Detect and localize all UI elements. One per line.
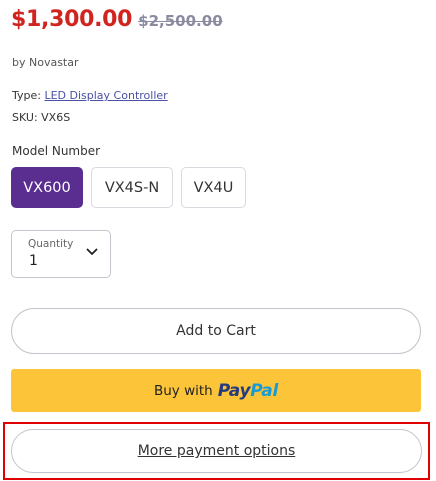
vendor-name: by Novastar [12, 56, 79, 69]
chevron-down-icon [86, 248, 98, 255]
product-type: Type: LED Display Controller [12, 89, 168, 102]
paypal-logo: PayPal [217, 380, 279, 401]
paypal-button[interactable]: Buy with PayPal [11, 369, 421, 412]
product-type-link[interactable]: LED Display Controller [44, 89, 167, 102]
quantity-value: 1 [29, 253, 38, 269]
variant-vx600[interactable]: VX600 [11, 167, 83, 208]
product-sku: SKU: VX6S [12, 111, 71, 124]
sale-price: $1,300.00 [11, 7, 133, 32]
quantity-select[interactable]: Quantity 1 [11, 230, 111, 278]
paypal-logo-pay: Pay [217, 380, 251, 401]
model-variant-picker: VX600 VX4S-N VX4U [11, 167, 254, 208]
paypal-logo-pal: Pal [250, 380, 279, 401]
quantity-label: Quantity [28, 238, 74, 250]
product-type-label: Type: [12, 89, 45, 102]
model-number-label: Model Number [12, 144, 101, 158]
variant-vx4u[interactable]: VX4U [181, 167, 246, 208]
price-block: $1,300.00 $2,500.00 [11, 7, 223, 32]
paypal-button-label: Buy with [153, 382, 213, 399]
compare-at-price: $2,500.00 [138, 12, 223, 30]
more-payment-options-button[interactable]: More payment options [11, 429, 422, 473]
variant-vx4s-n[interactable]: VX4S-N [91, 167, 173, 208]
add-to-cart-button[interactable]: Add to Cart [11, 308, 421, 354]
